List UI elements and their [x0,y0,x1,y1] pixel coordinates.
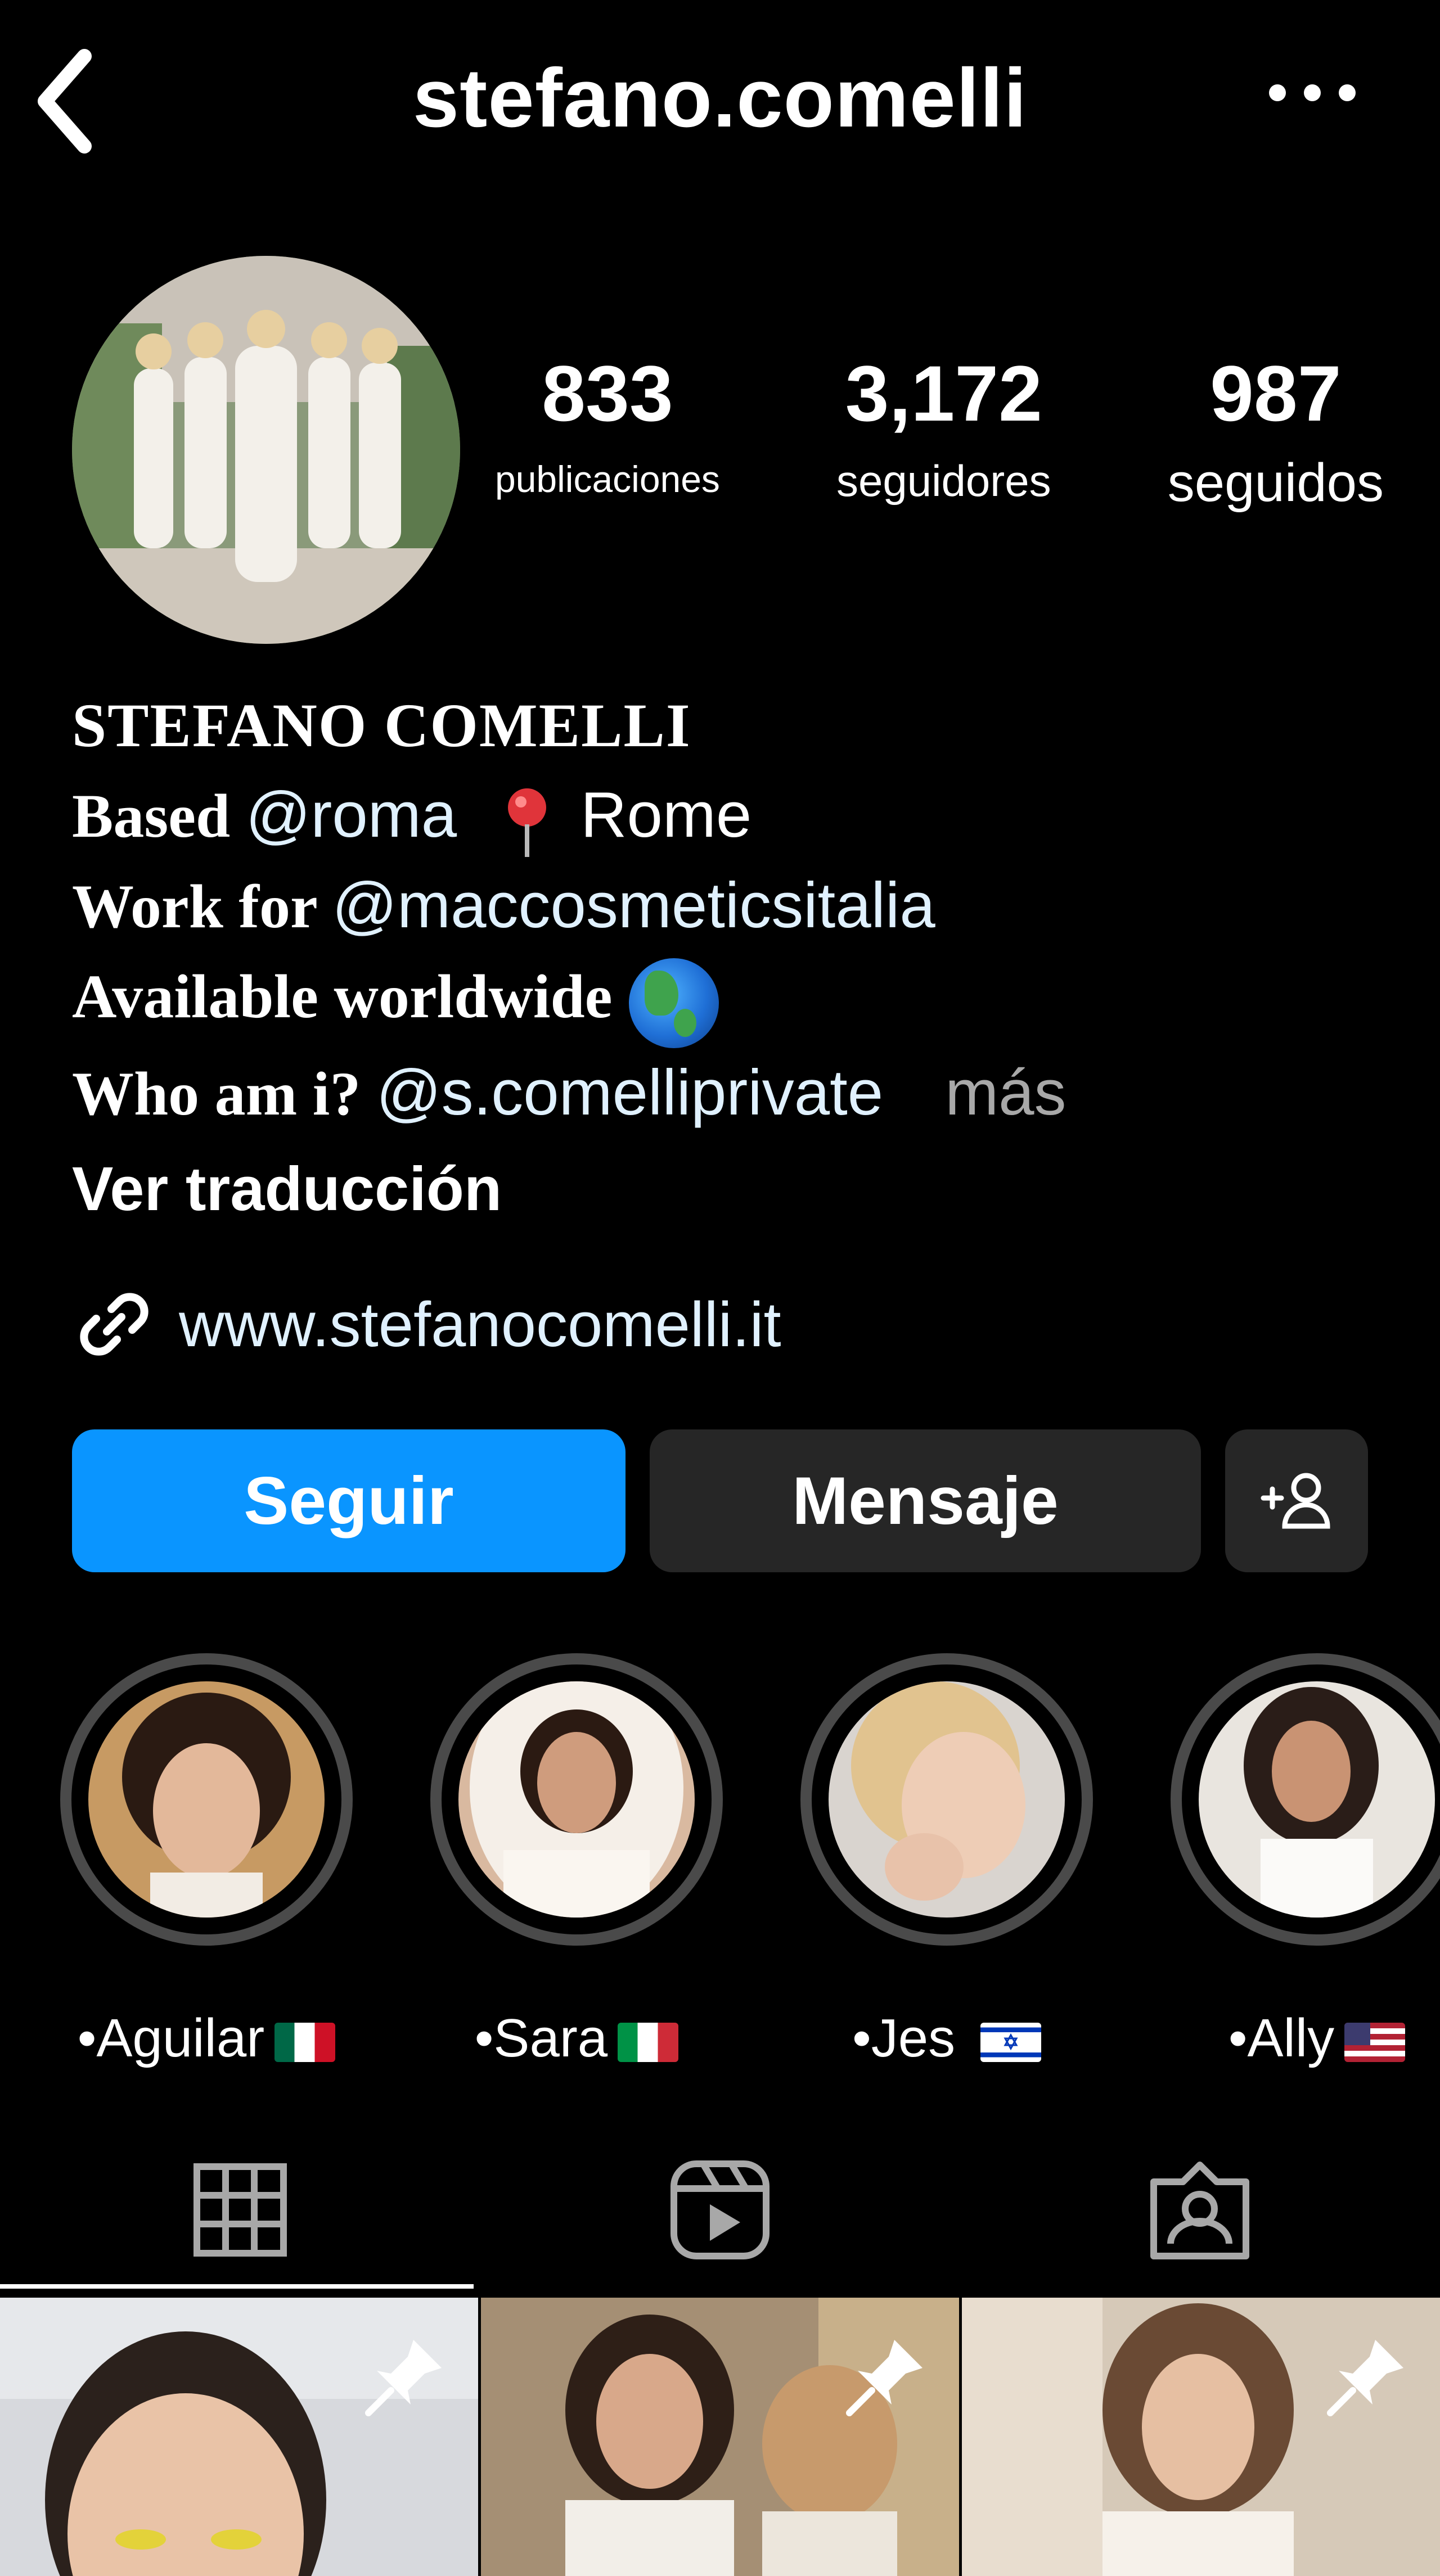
highlight-jes[interactable]: •Jes [800,1653,1093,2069]
mention-scomelliprivate[interactable]: @s.comelliprivate [376,1057,883,1129]
following-label: seguidos [1167,453,1384,513]
posts-count[interactable]: 833 publicaciones [495,354,720,514]
bio-line-who: Who am i? @s.comelliprivate más [72,1048,1377,1139]
italy-flag-icon [618,2022,679,2062]
bio-location-text: Rome [580,779,752,851]
bio-available-text: Available worldwide [72,962,613,1031]
bio-more-link[interactable]: más [945,1057,1066,1129]
reels-icon [670,2160,770,2259]
highlight-label: •Jes [800,2007,1093,2069]
profile-full-name: STEFANO COMELLI [72,691,691,760]
active-tab-indicator [0,2284,474,2289]
bio-line-available: Available worldwide [72,951,1377,1048]
see-translation-link[interactable]: Ver traducción [72,1144,1377,1234]
more-options-button[interactable] [1269,84,1356,101]
link-icon [80,1293,148,1356]
grid-icon [193,2163,287,2257]
mexico-flag-icon [274,2022,336,2062]
follow-button[interactable]: Seguir [72,1429,626,1572]
tab-reels[interactable] [480,2126,960,2294]
pinned-icon [365,2340,442,2416]
pinned-icon [846,2340,922,2416]
posts-grid [0,2298,1440,2576]
profile-username: stefano.comelli [412,52,1028,145]
highlight-aguilar[interactable]: •Aguilar [60,1653,353,2069]
add-user-icon [1261,1473,1330,1529]
post-thumbnail[interactable] [962,2298,1440,2576]
following-count[interactable]: 987 seguidos [1168,354,1384,514]
pinned-icon [1327,2340,1403,2416]
usa-flag-icon [1344,2022,1406,2062]
highlight-ally[interactable]: •Ally [1171,1653,1440,2069]
highlight-ring [430,1653,723,1946]
followers-label: seguidores [836,456,1051,506]
profile-bio: STEFANO COMELLI Based @roma Rome Work for… [72,680,1377,1234]
mention-maccosmeticsitalia[interactable]: @maccosmeticsitalia [332,870,935,941]
highlight-ring [800,1653,1093,1946]
post-thumbnail[interactable] [0,2298,478,2576]
bio-line-work: Work for @maccosmeticsitalia [72,861,1377,951]
highlight-cover [458,1681,695,1918]
more-horizontal-icon [1269,84,1286,101]
map-pin-icon [502,786,552,859]
highlight-sara[interactable]: •Sara [430,1653,723,2069]
tab-tagged[interactable] [960,2126,1439,2294]
highlight-cover [829,1681,1065,1918]
suggested-users-button[interactable] [1225,1429,1368,1572]
highlight-cover [1199,1681,1435,1918]
highlight-ring [1171,1653,1440,1946]
profile-tabs [0,2126,1440,2294]
following-value: 987 [1210,349,1342,437]
israel-flag-icon [980,2022,1041,2062]
bio-work-text: Work for [72,872,332,941]
website-link[interactable]: www.stefanocomelli.it [72,1282,781,1366]
story-highlights: •Aguilar •Sara •Jes •Ally [0,1653,1440,2068]
post-thumbnail[interactable] [481,2298,959,2576]
followers-value: 3,172 [845,349,1042,437]
profile-avatar[interactable] [72,256,460,644]
highlight-cover [88,1681,325,1918]
bio-line-based: Based @roma Rome [72,770,1377,861]
posts-label: publicaciones [495,458,720,500]
posts-value: 833 [542,349,673,437]
profile-stats: 833 publicaciones 3,172 seguidores 987 s… [495,354,1384,514]
highlight-ring [60,1653,353,1946]
highlight-label: •Ally [1171,2007,1440,2069]
highlight-label: •Aguilar [60,2007,353,2069]
highlight-label: •Sara [430,2007,723,2069]
profile-header: stefano.comelli [0,0,1440,214]
mention-roma[interactable]: @roma [246,779,457,851]
tab-posts-grid[interactable] [0,2126,480,2294]
bio-who-text: Who am i? [72,1059,376,1128]
website-url[interactable]: www.stefanocomelli.it [179,1288,781,1361]
followers-count[interactable]: 3,172 seguidores [836,354,1051,514]
globe-icon [629,958,719,1048]
message-button[interactable]: Mensaje [650,1429,1201,1572]
tagged-icon [1150,2162,1249,2259]
bio-based-text: Based [72,782,246,850]
